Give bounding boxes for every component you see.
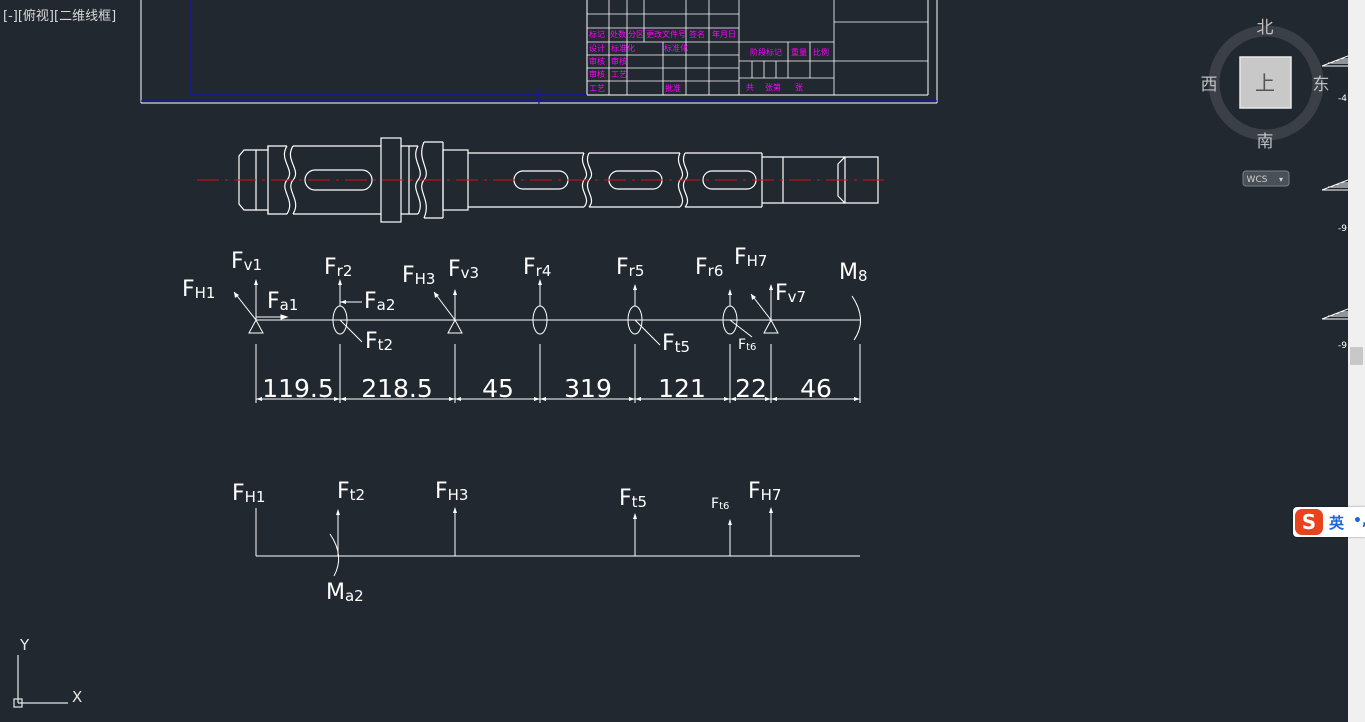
svg-text:处数: 处数 xyxy=(610,29,626,39)
load-label-fv3: Fv3 xyxy=(448,257,479,282)
scrollbar-thumb[interactable] xyxy=(1350,347,1363,365)
dimension-lines xyxy=(255,344,861,403)
load-label-ft6: Ft6 xyxy=(738,337,756,353)
force-diagram-top xyxy=(233,280,861,346)
viewcube[interactable]: 上 北 南 西 东 WCS ▾ xyxy=(1201,18,1330,187)
svg-text:标准化: 标准化 xyxy=(664,43,688,53)
wcs-label: WCS xyxy=(1247,175,1268,185)
load-label-fh3: FH3 xyxy=(402,263,435,288)
dim-value-4: 319 xyxy=(564,374,612,403)
compass-north[interactable]: 北 xyxy=(1257,18,1274,38)
ime-logo-icon: S xyxy=(1295,509,1323,535)
dim-value-5: 121 xyxy=(658,374,706,403)
load-label-ft5-b: Ft5 xyxy=(619,486,647,511)
svg-text:标准化: 标准化 xyxy=(611,43,635,53)
load-label-m8: M8 xyxy=(839,260,868,285)
svg-text:阶段标记: 阶段标记 xyxy=(750,47,782,57)
viewport-controls: [-][俯视][二维线框] xyxy=(3,5,116,24)
load-label-ft2-b: Ft2 xyxy=(337,479,365,504)
svg-text:设计: 设计 xyxy=(589,43,605,53)
load-label-fv7: Fv7 xyxy=(775,281,806,306)
load-label-fv1: Fv1 xyxy=(231,249,262,274)
top-force-arrowheads xyxy=(234,279,773,304)
dim-value-2: 218.5 xyxy=(361,374,433,403)
dim-value-7: 46 xyxy=(800,374,832,403)
load-label-ma2: Ma2 xyxy=(326,580,364,605)
viewcube-face-label: 上 xyxy=(1255,71,1275,95)
svg-text:更改文件号: 更改文件号 xyxy=(646,29,686,39)
svg-text:-4: -4 xyxy=(1338,94,1347,104)
svg-text:签名: 签名 xyxy=(689,29,705,39)
dim-value-1: 119.5 xyxy=(262,374,334,403)
load-label-fh1: FH1 xyxy=(182,277,215,302)
svg-text:审核: 审核 xyxy=(589,56,605,66)
svg-text:-9: -9 xyxy=(1338,224,1347,234)
ime-toolbar[interactable]: S 英 •, xyxy=(1293,507,1365,537)
load-label-ft6-b: Ft6 xyxy=(711,496,729,512)
ime-punctuation-toggle[interactable]: •, xyxy=(1353,513,1365,529)
load-label-ft5: Ft5 xyxy=(662,331,690,356)
load-label-fr2: Fr2 xyxy=(324,255,352,280)
compass-south[interactable]: 南 xyxy=(1257,132,1274,152)
drawing-canvas[interactable]: 标记 处数 分区 更改文件号 签名 年月日 设计 标准化 标准化 阶段标记 重量… xyxy=(0,0,1348,722)
load-label-fh1-b: FH1 xyxy=(232,481,265,506)
load-label-fh3-b: FH3 xyxy=(435,479,468,504)
svg-text:标记: 标记 xyxy=(589,29,605,39)
top-load-labels: Fv1 FH1 Fa1 Fr2 Fa2 Ft2 FH3 Fv3 Fr4 Fr5 … xyxy=(182,245,868,356)
bottom-force-arrowheads xyxy=(336,507,773,525)
force-diagram-bottom xyxy=(255,508,860,577)
view-control-button[interactable]: [俯视] xyxy=(18,9,54,24)
ucs-icon xyxy=(13,655,68,708)
svg-text:张: 张 xyxy=(795,83,803,92)
load-label-fa1: Fa1 xyxy=(267,289,298,314)
load-label-fa2: Fa2 xyxy=(364,289,395,314)
vertical-scrollbar[interactable] xyxy=(1348,0,1365,722)
load-label-fr5: Fr5 xyxy=(616,255,644,280)
visual-style-button[interactable]: [二维线框] xyxy=(54,9,116,24)
svg-text:年月日: 年月日 xyxy=(712,29,736,39)
wcs-dropdown-icon: ▾ xyxy=(1279,175,1283,184)
svg-text:比例: 比例 xyxy=(813,47,829,57)
svg-text:-9: -9 xyxy=(1338,341,1347,351)
svg-text:审核: 审核 xyxy=(611,56,627,66)
svg-text:批准: 批准 xyxy=(665,83,681,93)
ucs-y-label: Y xyxy=(19,636,30,654)
load-label-fh7: FH7 xyxy=(734,245,767,270)
load-label-fh7-b: FH7 xyxy=(748,479,781,504)
ucs-x-label: X xyxy=(72,688,82,706)
svg-text:共: 共 xyxy=(746,83,754,92)
svg-text:审核: 审核 xyxy=(589,69,605,79)
dim-value-3: 45 xyxy=(482,374,514,403)
svg-text:重量: 重量 xyxy=(791,47,807,57)
compass-east[interactable]: 东 xyxy=(1313,75,1330,95)
load-label-ft2: Ft2 xyxy=(365,329,393,354)
load-label-fr6: Fr6 xyxy=(695,255,723,280)
load-label-fr4: Fr4 xyxy=(523,255,551,280)
ime-language-toggle[interactable]: 英 xyxy=(1329,512,1344,533)
compass-west[interactable]: 西 xyxy=(1201,75,1218,95)
viewport-menu-button[interactable]: [-] xyxy=(3,9,18,24)
svg-text:工艺: 工艺 xyxy=(611,70,627,79)
svg-text:工艺: 工艺 xyxy=(589,84,605,93)
svg-text:分区: 分区 xyxy=(628,30,644,39)
dim-value-6: 22 xyxy=(735,374,767,403)
svg-text:张第: 张第 xyxy=(765,82,781,92)
bottom-load-labels: FH1 Ft2 Ma2 FH3 Ft5 Ft6 FH7 xyxy=(232,479,781,605)
